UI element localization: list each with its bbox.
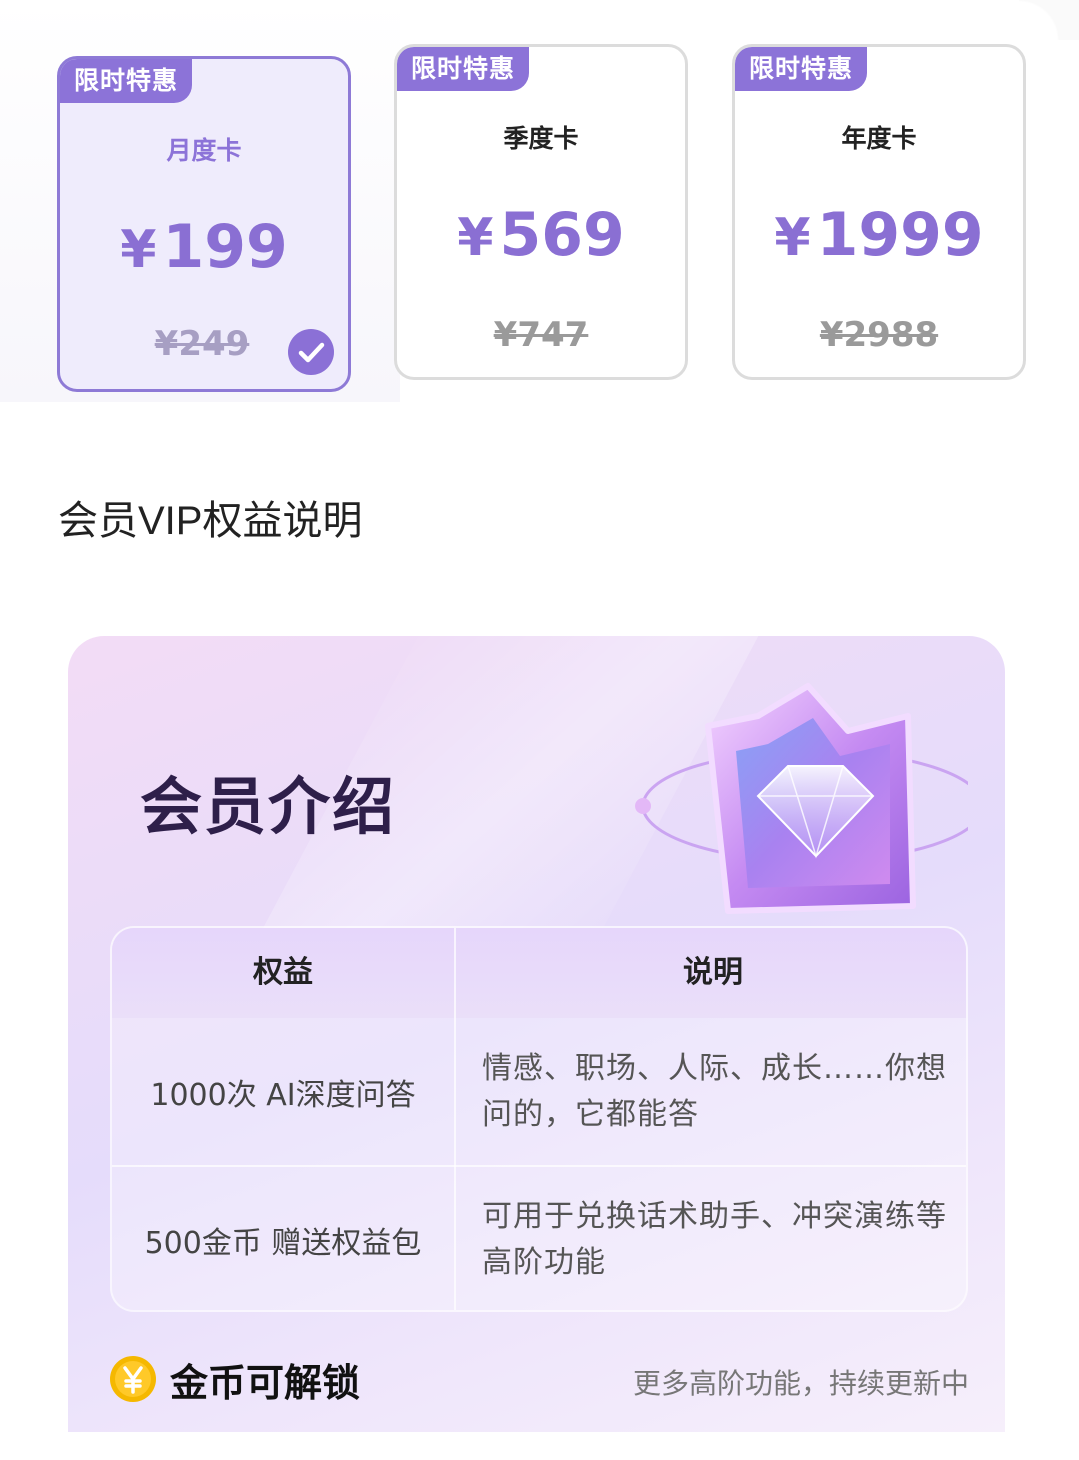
currency-symbol: ¥ [774,208,811,268]
plan-price: ¥569 [397,197,685,276]
plan-card-quarterly[interactable]: 限时特惠 季度卡 ¥569 ¥747 [394,44,688,380]
header-benefit: 权益 [253,955,313,990]
diamond-crown-icon [635,683,968,914]
plan-card-monthly[interactable]: 限时特惠 月度卡 ¥199 ¥249 [57,56,351,392]
benefit-table: 权益 说明 1000次 AI深度问答 情感、职场、人际、成长……你想问的，它都能… [110,926,968,1312]
plan-name: 月度卡 [166,136,242,165]
benefit-description: 可用于兑换话术助手、冲突演练等高阶功能 [482,1199,947,1280]
plan-price: ¥199 [60,209,348,288]
header-description: 说明 [683,955,743,990]
promo-badge: 限时特惠 [735,47,868,91]
price-value: 569 [499,200,625,270]
coin-unlock-title: 金币可解锁 [170,1361,361,1405]
plan-price: ¥1999 [735,197,1023,276]
original-price: ¥2988 [819,315,939,355]
promo-badge: 限时特惠 [397,47,530,91]
coin-unlock-note: 更多高阶功能，持续更新中 [632,1367,969,1400]
panel-corner [1019,0,1079,40]
promo-badge: 限时特惠 [60,59,193,103]
price-value: 199 [162,212,288,282]
benefit-name: 1000次 AI深度问答 [150,1078,416,1113]
benefit-heading: 会员介绍 [140,770,397,843]
price-value: 1999 [816,200,984,270]
currency-symbol: ¥ [457,208,494,268]
original-price: ¥747 [493,315,589,355]
section-title: 会员VIP权益说明 [58,499,363,543]
coin-yen-icon [110,1356,156,1402]
benefit-card: 会员介绍 权益 说明 1000次 AI深度问答 情感、职场、人际、成长……你想问… [68,636,1005,1432]
benefit-description: 情感、职场、人际、成长……你想问的，它都能答 [482,1051,947,1132]
table-row: 1000次 AI深度问答 情感、职场、人际、成长……你想问的，它都能答 [112,1018,966,1166]
table-row: 500金币 赠送权益包 可用于兑换话术助手、冲突演练等高阶功能 [112,1166,966,1310]
plan-name: 季度卡 [503,124,579,153]
benefit-name: 500金币 赠送权益包 [144,1226,422,1261]
plan-name: 年度卡 [841,124,917,153]
check-icon [288,329,334,375]
currency-symbol: ¥ [120,220,157,280]
plan-card-yearly[interactable]: 限时特惠 年度卡 ¥1999 ¥2988 [732,44,1026,380]
